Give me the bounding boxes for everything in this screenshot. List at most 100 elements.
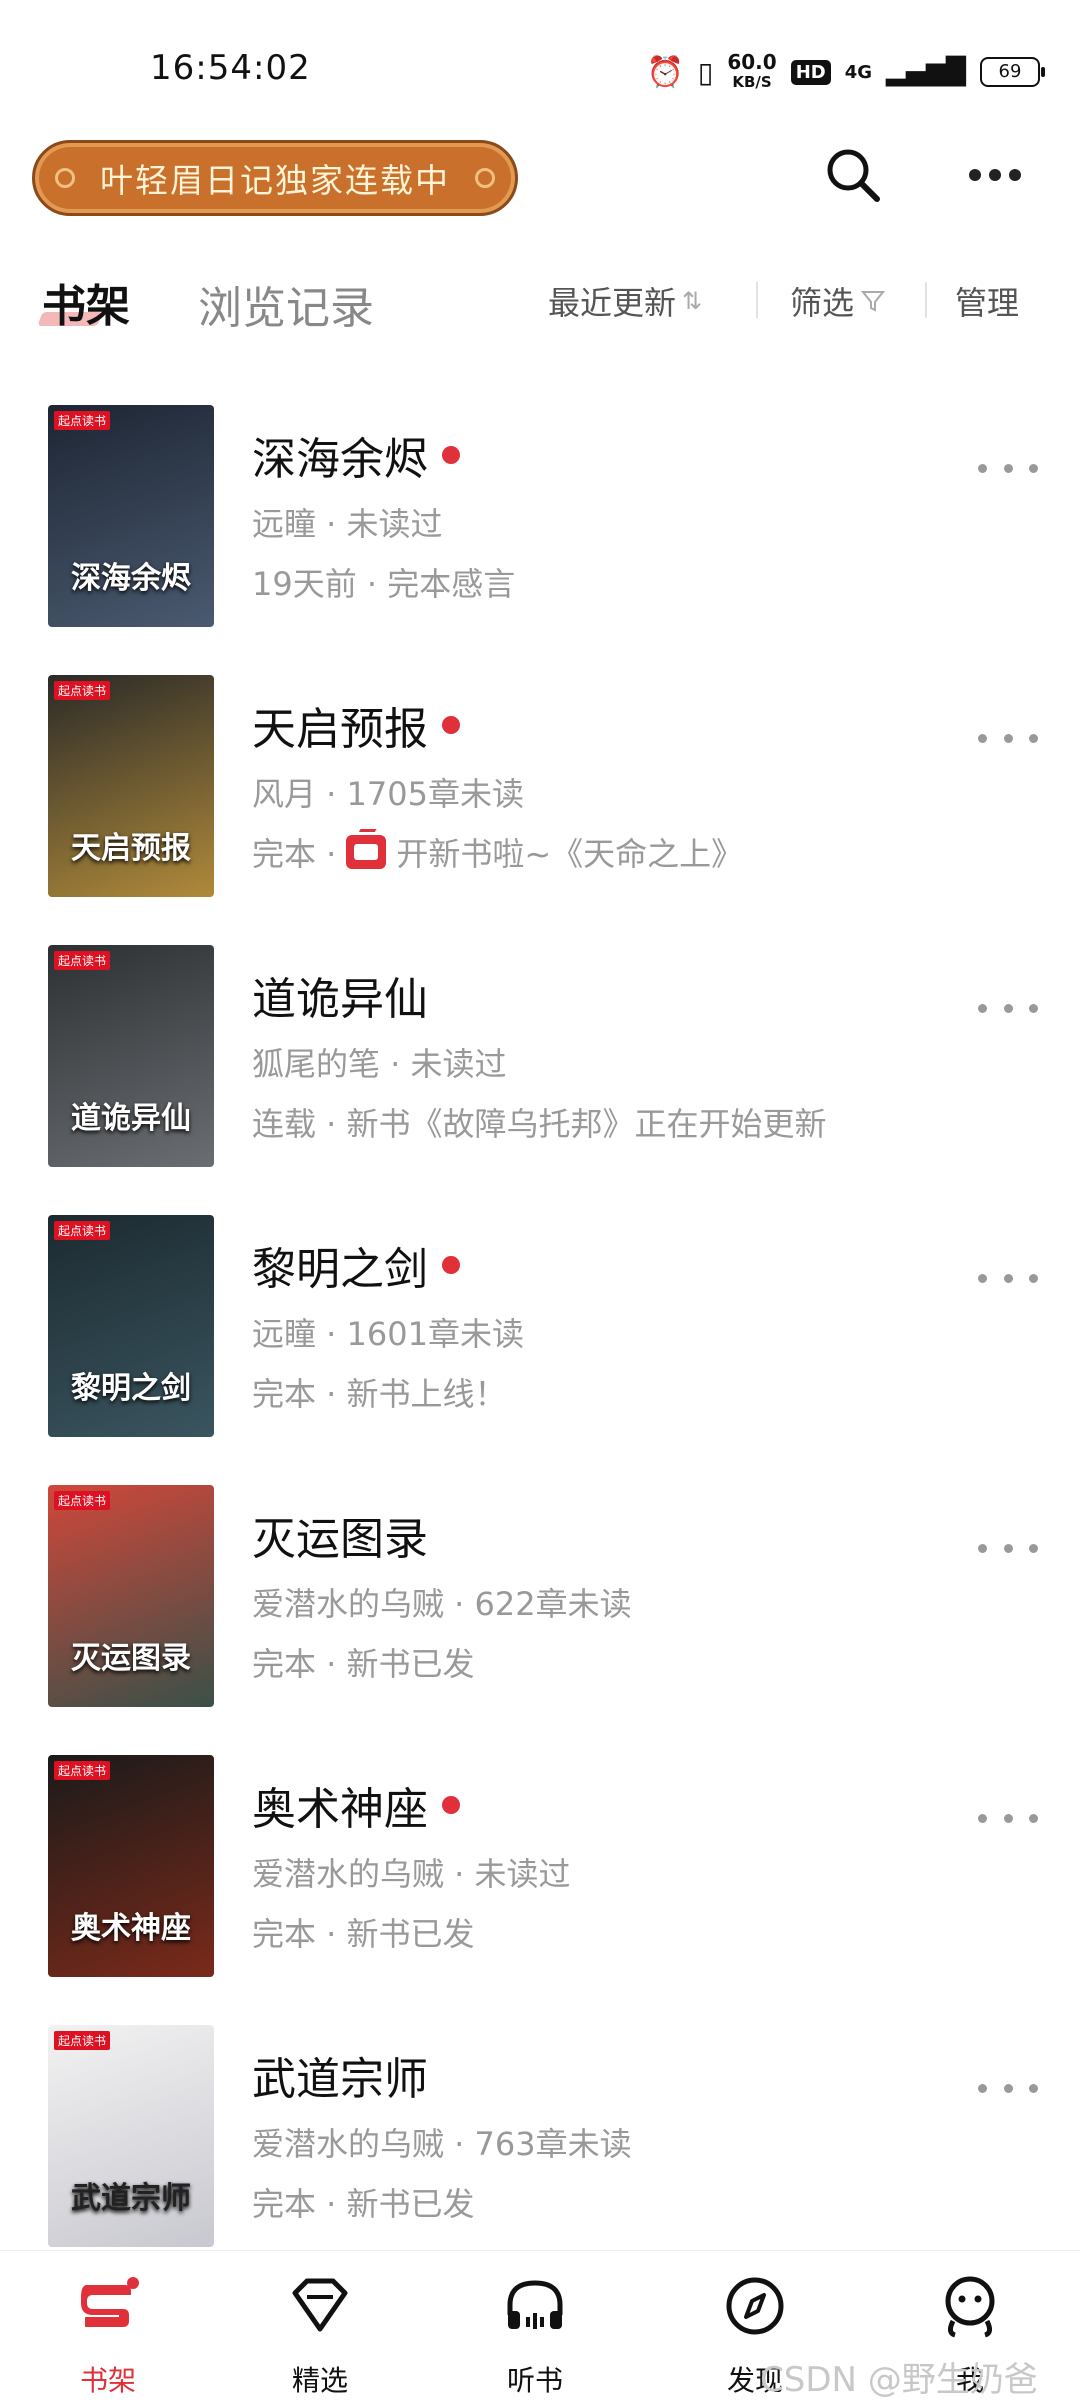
book-item[interactable]: 起点读书 武道宗师 武道宗师 爱潜水的乌贼 · 763章未读 完本 · 新书已发	[0, 2025, 1080, 2251]
dot-icon	[1029, 463, 1038, 473]
book-more-button[interactable]	[978, 2073, 1038, 2103]
more-options-button[interactable]	[955, 150, 1035, 200]
status-bar: 16:54:02 ⏰ ▯ 60.0 KB/S HD 4G ▂▄▆█ 69	[0, 0, 1080, 140]
book-cover[interactable]: 起点读书 灭运图录	[48, 1485, 214, 1707]
cover-brand: 起点读书	[54, 1491, 111, 1510]
signal-icon: ▂▄▆█	[886, 57, 966, 87]
update-dot-icon	[442, 446, 460, 464]
book-more-button[interactable]	[978, 1533, 1038, 1563]
dot-icon	[1003, 463, 1013, 473]
book-title: 灭运图录	[252, 1514, 428, 1565]
dot-icon	[978, 463, 987, 473]
book-item[interactable]: 起点读书 深海余烬 深海余烬 远瞳 · 未读过 19天前 · 完本感言	[0, 405, 1080, 631]
book-title-row: 道诡异仙	[252, 963, 428, 1027]
book-title: 天启预报	[252, 704, 428, 755]
dot-icon	[978, 2083, 987, 2093]
book-more-button[interactable]	[978, 723, 1038, 753]
book-more-button[interactable]	[978, 993, 1038, 1023]
cover-title: 灭运图录	[71, 1641, 191, 1676]
book-author-progress: 爱潜水的乌贼 · 763章未读	[252, 2125, 632, 2163]
banner-text: 叶轻眉日记独家连载中	[100, 161, 450, 200]
dot-icon	[978, 1273, 987, 1283]
book-status: 连载 · 新书《故障乌托邦》正在开始更新	[252, 1105, 827, 1143]
dot-icon	[1003, 733, 1013, 743]
book-title-row: 灭运图录	[252, 1503, 428, 1567]
book-cover[interactable]: 起点读书 武道宗师	[48, 2025, 214, 2247]
clock: 16:54:02	[150, 48, 311, 88]
cover-brand: 起点读书	[54, 1221, 111, 1240]
book-more-button[interactable]	[978, 453, 1038, 483]
filter-label: 筛选	[790, 284, 855, 322]
book-author-progress: 爱潜水的乌贼 · 622章未读	[252, 1585, 632, 1623]
dot-icon	[1029, 2083, 1038, 2093]
filter-button[interactable]: 筛选	[790, 278, 886, 324]
book-cover[interactable]: 起点读书 深海余烬	[48, 405, 214, 627]
compass-icon	[726, 2277, 784, 2335]
book-item[interactable]: 起点读书 黎明之剑 黎明之剑 远瞳 · 1601章未读 完本 · 新书上线！	[0, 1215, 1080, 1441]
bookshelf-s-icon	[81, 2277, 139, 2327]
book-status-prefix: 完本 ·	[252, 835, 337, 873]
divider	[756, 282, 758, 318]
book-title-row: 天启预报	[252, 693, 460, 757]
dot-icon	[989, 169, 1001, 181]
dot-icon	[1029, 1003, 1038, 1013]
cover-brand: 起点读书	[54, 1761, 111, 1780]
book-item[interactable]: 起点读书 道诡异仙 道诡异仙 狐尾的笔 · 未读过 连载 · 新书《故障乌托邦》…	[0, 945, 1080, 1171]
search-button[interactable]	[818, 140, 888, 210]
cover-brand: 起点读书	[54, 951, 111, 970]
dot-icon	[1003, 1813, 1013, 1823]
net-speed: 60.0 KB/S	[727, 50, 777, 91]
dot-icon	[1029, 1273, 1038, 1283]
book-author-progress: 远瞳 · 1601章未读	[252, 1315, 524, 1353]
book-status: 完本 · 新书已发	[252, 1645, 475, 1683]
tab-browse-history[interactable]: 浏览记录	[198, 272, 374, 336]
tab-bookshelf[interactable]: 书架	[42, 270, 130, 334]
search-icon	[827, 149, 880, 202]
cover-title: 黎明之剑	[71, 1371, 191, 1406]
banner-ornament-icon	[475, 168, 495, 188]
book-more-button[interactable]	[978, 1803, 1038, 1833]
manage-button[interactable]: 管理	[955, 278, 1019, 324]
dot-icon	[1009, 169, 1021, 181]
dot-icon	[969, 169, 981, 181]
book-author-progress: 爱潜水的乌贼 · 未读过	[252, 1855, 571, 1893]
book-item[interactable]: 起点读书 奥术神座 奥术神座 爱潜水的乌贼 · 未读过 完本 · 新书已发	[0, 1755, 1080, 1981]
cover-title: 奥术神座	[71, 1911, 191, 1946]
book-cover[interactable]: 起点读书 天启预报	[48, 675, 214, 897]
nav-label: 书架	[79, 2364, 136, 2397]
sort-arrows-icon: ⇅	[682, 287, 703, 315]
dot-icon	[978, 1813, 987, 1823]
banner-ornament-icon	[55, 168, 75, 188]
nav-featured[interactable]: 精选	[230, 2251, 410, 2401]
book-item[interactable]: 起点读书 灭运图录 灭运图录 爱潜水的乌贼 · 622章未读 完本 · 新书已发	[0, 1485, 1080, 1711]
watermark: CSDN @野生奶爸	[760, 2360, 1038, 2400]
alarm-icon: ⏰	[646, 54, 684, 90]
dot-icon	[978, 1543, 987, 1553]
status-icons: ⏰ ▯ 60.0 KB/S HD 4G ▂▄▆█ 69	[646, 48, 1045, 96]
book-item[interactable]: 起点读书 天启预报 天启预报 风月 · 1705章未读 完本 · 开新书啦~《天命…	[0, 675, 1080, 901]
book-status: 完本 · 开新书啦~《天命之上》	[252, 829, 743, 875]
nav-label: 听书	[506, 2364, 563, 2397]
headphones-icon	[507, 2280, 563, 2329]
book-cover[interactable]: 起点读书 道诡异仙	[48, 945, 214, 1167]
sort-button[interactable]: 最近更新 ⇅	[548, 278, 702, 324]
shelf-tabs: 书架 浏览记录 最近更新 ⇅ 筛选 管理	[0, 260, 1080, 340]
book-title-row: 黎明之剑	[252, 1233, 460, 1297]
book-more-button[interactable]	[978, 1263, 1038, 1293]
promo-banner[interactable]: 叶轻眉日记独家连载中	[32, 140, 518, 216]
nav-bookshelf[interactable]: 书架	[18, 2251, 198, 2401]
book-author-progress: 风月 · 1705章未读	[252, 775, 524, 813]
nav-listen[interactable]: 听书	[445, 2251, 625, 2401]
profile-face-icon	[945, 2276, 995, 2338]
dot-icon	[1029, 1543, 1038, 1553]
cover-title: 深海余烬	[71, 561, 191, 596]
dot-icon	[1029, 733, 1038, 743]
book-title-row: 深海余烬	[252, 423, 460, 487]
book-author-progress: 远瞳 · 未读过	[252, 505, 443, 543]
book-cover[interactable]: 起点读书 奥术神座	[48, 1755, 214, 1977]
sort-label: 最近更新	[548, 284, 677, 322]
book-cover[interactable]: 起点读书 黎明之剑	[48, 1215, 214, 1437]
book-title: 道诡异仙	[252, 974, 428, 1025]
book-author-progress: 狐尾的笔 · 未读过	[252, 1045, 507, 1083]
book-status: 完本 · 新书已发	[252, 1915, 475, 1953]
